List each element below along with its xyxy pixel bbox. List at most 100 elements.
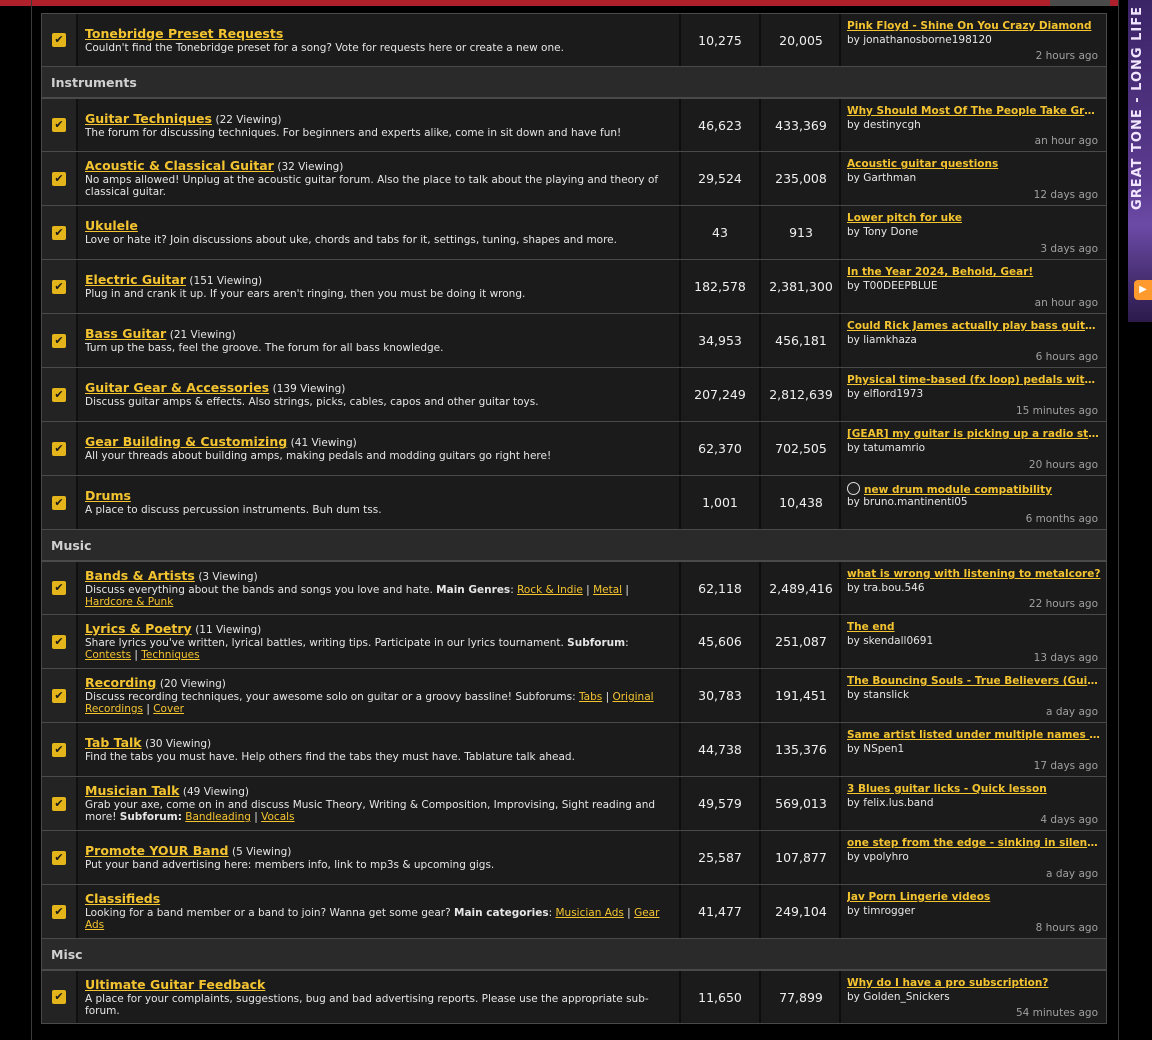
forum-read-checkbox[interactable]: ✔ [52, 33, 66, 47]
forum-read-checkbox[interactable]: ✔ [52, 225, 66, 240]
last-post-author[interactable]: by bruno.mantinenti05 [847, 496, 968, 508]
last-post-author[interactable]: by elflord1973 [847, 388, 923, 400]
forum-read-checkbox[interactable]: ✔ [52, 742, 66, 757]
forum-title-link[interactable]: Musician Talk [85, 783, 179, 798]
forum-read-checkbox[interactable]: ✔ [52, 118, 66, 132]
subforum-label: Subforum [567, 637, 626, 649]
last-post-author[interactable]: by skendall0691 [847, 635, 933, 647]
forum-read-checkbox[interactable]: ✔ [52, 387, 66, 402]
last-post-author[interactable]: by Garthman [847, 172, 916, 184]
subforum-link[interactable]: Cover [153, 703, 184, 715]
checkbox-cell: ✔ [42, 476, 78, 529]
last-post-link[interactable]: The Bouncing Souls - True Believers (Gui… [847, 675, 1101, 687]
forum-read-checkbox[interactable]: ✔ [52, 850, 66, 865]
subforum-link[interactable]: Hardcore & Punk [85, 596, 173, 608]
forum-read-checkbox[interactable]: ✔ [52, 333, 66, 348]
subforum-link[interactable]: Musician Ads [555, 907, 623, 919]
last-post-link[interactable]: what is wrong with listening to metalcor… [847, 568, 1101, 580]
forum-title-link[interactable]: Ultimate Guitar Feedback [85, 977, 265, 992]
subforum-link[interactable]: Bandleading [185, 811, 251, 823]
subforum-link[interactable]: Tabs [579, 691, 602, 703]
ad-play-icon[interactable]: ▶ [1134, 280, 1152, 300]
last-post-link[interactable]: Acoustic guitar questions [847, 158, 1101, 170]
checkbox-cell: ✔ [42, 314, 78, 367]
forum-title-link[interactable]: Electric Guitar [85, 272, 186, 287]
forum-read-checkbox[interactable]: ✔ [52, 441, 66, 456]
last-post-link[interactable]: The end [847, 621, 1101, 633]
forum-title-line: Lyrics & Poetry (11 Viewing) [85, 622, 675, 637]
last-post-author[interactable]: by liamkhaza [847, 334, 917, 346]
subforum-link[interactable]: Contests [85, 649, 131, 661]
last-post-link[interactable]: Same artist listed under multiple names … [847, 729, 1101, 741]
side-advertisement[interactable]: GREAT TONE - LONG LIFE ▶ [1128, 0, 1152, 322]
forum-description: A place for your complaints, suggestions… [85, 992, 649, 1017]
forum-title-link[interactable]: Lyrics & Poetry [85, 621, 192, 636]
last-post-author[interactable]: by felix.lus.band [847, 797, 934, 809]
subforum-link[interactable]: Rock & Indie [517, 584, 583, 596]
post-count: 251,087 [759, 615, 841, 668]
thread-count: 29,524 [679, 152, 759, 205]
checkbox-cell: ✔ [42, 723, 78, 776]
last-post-link[interactable]: one step from the edge - sinking in sile… [847, 837, 1101, 849]
subforum-link[interactable]: Metal [593, 584, 622, 596]
forum-title-link[interactable]: Tab Talk [85, 735, 142, 750]
last-post-author[interactable]: by T00DEEPBLUE [847, 280, 938, 292]
checkbox-cell: ✔ [42, 971, 78, 1023]
last-post-link[interactable]: Jav Porn Lingerie videos [847, 891, 1101, 903]
forum-title-link[interactable]: Promote YOUR Band [85, 843, 229, 858]
forum-description: Share lyrics you've written, lyrical bat… [85, 637, 629, 661]
last-post-author[interactable]: by jonathanosborne198120 [847, 34, 992, 46]
subforum-link[interactable]: Techniques [141, 649, 199, 661]
last-post-link[interactable]: Lower pitch for uke [847, 212, 1101, 224]
last-post-link[interactable]: In the Year 2024, Behold, Gear! [847, 266, 1101, 278]
last-post-author[interactable]: by vpolyhro [847, 851, 909, 863]
forum-title-line: Guitar Techniques (22 Viewing) [85, 111, 675, 127]
last-post-author[interactable]: by Tony Done [847, 226, 918, 238]
last-post-link[interactable]: new drum module compatibility [847, 482, 1101, 496]
forum-read-checkbox[interactable]: ✔ [52, 634, 66, 649]
last-post-time: 12 days ago [1033, 189, 1098, 201]
forum-read-checkbox[interactable]: ✔ [52, 495, 66, 510]
last-post-author[interactable]: by tatumamrio [847, 442, 925, 454]
forum-read-checkbox[interactable]: ✔ [52, 990, 66, 1004]
last-post-author[interactable]: by NSpen1 [847, 743, 904, 755]
forum-title-link[interactable]: Bands & Artists [85, 568, 195, 583]
forum-title-line: Classifieds [85, 892, 675, 907]
last-post-link[interactable]: Why do I have a pro subscription? [847, 977, 1101, 989]
checkbox-cell: ✔ [42, 777, 78, 830]
last-post-link[interactable]: [GEAR] my guitar is picking up a radio s… [847, 428, 1101, 440]
last-post: In the Year 2024, Behold, Gear! by T00DEE… [839, 260, 1106, 313]
last-post-author[interactable]: by destinycgh [847, 119, 921, 131]
forum-title-link[interactable]: Gear Building & Customizing [85, 434, 287, 449]
forum-read-checkbox[interactable]: ✔ [52, 581, 66, 595]
viewing-count: (22 Viewing) [215, 113, 282, 126]
forum-title-link[interactable]: Acoustic & Classical Guitar [85, 158, 274, 173]
post-count: 2,381,300 [759, 260, 841, 313]
forum-read-checkbox[interactable]: ✔ [52, 796, 66, 811]
last-post-link[interactable]: Could Rick James actually play bass guit… [847, 320, 1101, 332]
forum-title-link[interactable]: Drums [85, 488, 131, 503]
forum-title-link[interactable]: Bass Guitar [85, 326, 166, 341]
forum-title-link[interactable]: Recording [85, 675, 156, 690]
forum-read-checkbox[interactable]: ✔ [52, 279, 66, 294]
last-post-link[interactable]: Why Should Most Of The People Take Gro..… [847, 105, 1101, 117]
last-post-time: 15 minutes ago [1015, 405, 1098, 417]
last-post-link[interactable]: Pink Floyd - Shine On You Crazy Diamond [847, 20, 1101, 32]
last-post-time: 17 days ago [1033, 760, 1098, 772]
forum-title-link[interactable]: Tonebridge Preset Requests [85, 26, 283, 41]
last-post-author[interactable]: by stanslick [847, 689, 909, 701]
forum-title-link[interactable]: Classifieds [85, 891, 160, 906]
last-post-link[interactable]: Physical time-based (fx loop) pedals wit… [847, 374, 1101, 386]
forum-title-link[interactable]: Guitar Techniques [85, 111, 212, 126]
forum-title-link[interactable]: Ukulele [85, 218, 138, 233]
last-post-link[interactable]: 3 Blues guitar licks - Quick lesson [847, 783, 1101, 795]
forum-read-checkbox[interactable]: ✔ [52, 171, 66, 186]
last-post-author[interactable]: by timrogger [847, 905, 915, 917]
forum-read-checkbox[interactable]: ✔ [52, 904, 66, 919]
forum-title-line: Promote YOUR Band (5 Viewing) [85, 844, 675, 859]
forum-title-link[interactable]: Guitar Gear & Accessories [85, 380, 269, 395]
last-post-author[interactable]: by Golden_Snickers [847, 991, 950, 1003]
last-post-author[interactable]: by tra.bou.546 [847, 582, 925, 594]
forum-read-checkbox[interactable]: ✔ [52, 688, 66, 703]
subforum-link[interactable]: Vocals [261, 811, 294, 823]
